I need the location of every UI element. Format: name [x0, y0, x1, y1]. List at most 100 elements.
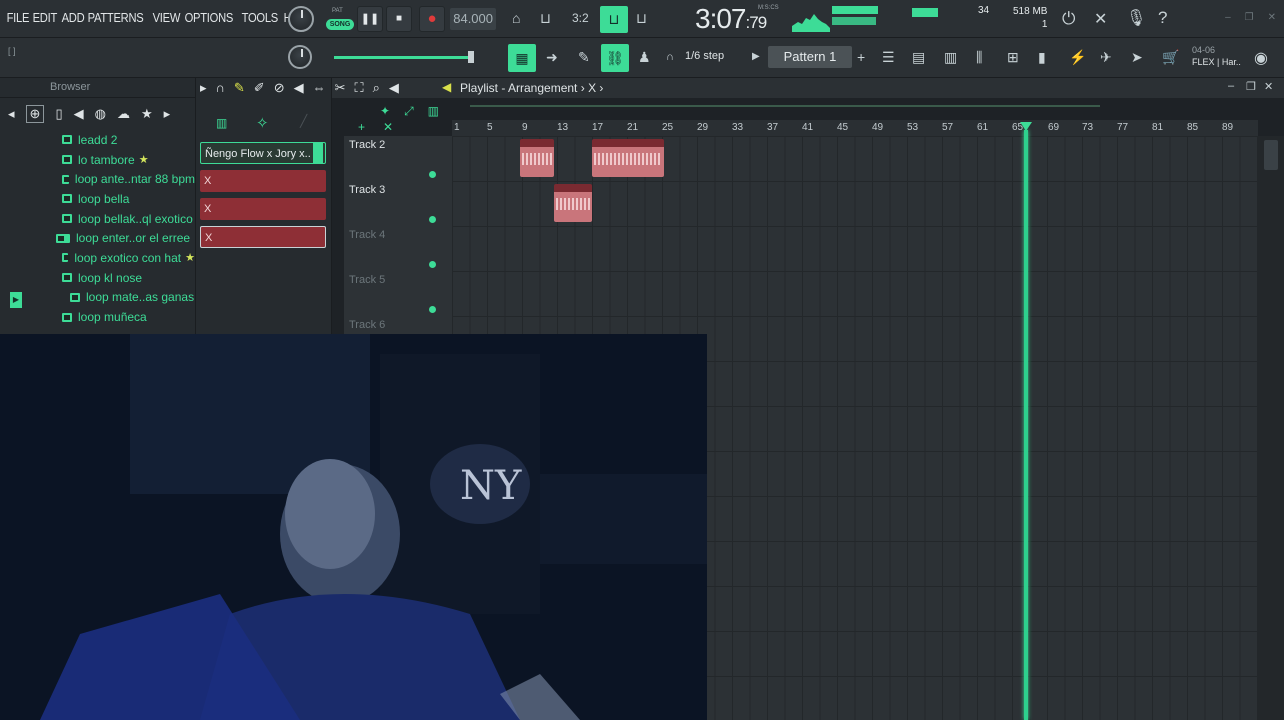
main-volume-slider[interactable]	[334, 56, 474, 59]
audio-clip-block[interactable]: X	[520, 139, 554, 177]
browser-forward-icon[interactable]: ▸	[164, 106, 171, 122]
magnet-icon[interactable]: ∩	[666, 51, 674, 63]
playlist-minimize-icon[interactable]: –	[1228, 80, 1234, 92]
playlist-vertical-scrollbar[interactable]	[1258, 136, 1284, 720]
add-track-icon[interactable]: ✦	[380, 104, 390, 119]
menu-view[interactable]: VIEW	[150, 10, 183, 25]
scrollbar-thumb[interactable]	[1264, 140, 1278, 170]
playlist-play-icon[interactable]: ▸	[200, 80, 207, 96]
tempo-display[interactable]: 84.000	[450, 8, 496, 30]
browser-icon[interactable]: ▮	[1038, 49, 1046, 66]
slice-tool-icon[interactable]: ✂	[335, 80, 346, 96]
expand-track-icon[interactable]: ⤢	[404, 104, 414, 119]
select-tool-icon[interactable]: ⛶	[355, 80, 364, 96]
menu-options[interactable]: OPTIONS	[182, 10, 236, 25]
master-pitch-knob[interactable]	[288, 45, 312, 69]
mute-tool-icon[interactable]: ◀	[294, 80, 304, 96]
metronome-icon[interactable]: ⌂	[512, 10, 520, 26]
power-icon[interactable]: ⏻	[1062, 9, 1075, 29]
menu-tools[interactable]: TOOLS	[239, 10, 281, 25]
plugin-icon[interactable]: ⚡	[1069, 49, 1086, 66]
track-label[interactable]: Track 4	[349, 229, 385, 241]
browser-collapse-icon[interactable]: ▶	[10, 292, 22, 308]
paint-tool-icon[interactable]: ✐	[254, 80, 265, 96]
track-label[interactable]: Track 6	[349, 319, 385, 331]
restore-icon[interactable]: ❐	[1245, 12, 1254, 23]
audio-clip[interactable]: X	[200, 226, 326, 248]
browser-item[interactable]: leadd 2	[62, 130, 195, 150]
zoom-tool-icon[interactable]: ⌕	[373, 80, 380, 96]
menu-patterns[interactable]: PATTERNS	[85, 10, 146, 25]
browser-back-icon[interactable]: ◂	[8, 106, 15, 122]
playlist-view-icon[interactable]: ▦	[508, 44, 536, 72]
magnet-icon[interactable]: ∩	[216, 80, 225, 96]
browser-item[interactable]: loop mate..as ganas	[62, 288, 195, 308]
menu-edit[interactable]: EDIT	[30, 10, 60, 25]
playback-tool-icon[interactable]: ◀	[389, 80, 399, 96]
playhead[interactable]	[1024, 130, 1028, 720]
blend-notes-icon[interactable]: ⊔	[600, 6, 628, 33]
file-icon[interactable]: ▯	[55, 106, 62, 122]
delete-tool-icon[interactable]: ⊘	[274, 80, 285, 96]
track-mute-led[interactable]	[429, 261, 436, 268]
speaker-icon[interactable]: ◀	[442, 80, 451, 94]
audio-clip-selected[interactable]: Ñengo Flow x Jory x..	[200, 142, 326, 164]
shop-icon[interactable]: 🛒	[1162, 49, 1179, 66]
mixer-icon[interactable]: ⫼	[976, 49, 982, 66]
browser-item[interactable]: loop ante..ntar 88 bpm	[62, 169, 195, 189]
record-button[interactable]: ●	[419, 6, 445, 32]
browser-item[interactable]: loop muñeca	[62, 307, 195, 327]
picker-grid-icon[interactable]: ▥	[216, 116, 227, 130]
all-files-icon[interactable]: ⊕	[25, 105, 45, 123]
countdown-icon[interactable]: 3:2	[572, 11, 589, 25]
track-mute-led[interactable]	[429, 306, 436, 313]
channel-rack-icon[interactable]: ▥	[944, 49, 957, 66]
playlist-icon[interactable]: ☰	[882, 49, 895, 66]
pencil-tool-icon[interactable]: ✎	[578, 49, 590, 66]
favorite-star-icon[interactable]: ★	[141, 106, 153, 122]
arrow-right-icon[interactable]: ➜	[546, 49, 558, 66]
snap-selector[interactable]: 1/6 step	[685, 50, 724, 62]
browser-item[interactable]: lo tambore ★	[62, 150, 195, 170]
stop-button[interactable]: ■	[386, 6, 412, 32]
browser-item[interactable]: loop enter..or el erree	[56, 228, 195, 248]
wait-for-input-icon[interactable]: ⊔	[540, 10, 551, 27]
add-pattern-icon[interactable]: +	[857, 49, 865, 65]
audio-clip-block[interactable]: X	[554, 184, 592, 222]
menu-file[interactable]: FILE	[4, 10, 32, 25]
grid-icon[interactable]: ▥	[428, 104, 439, 119]
pattern-song-toggle[interactable]: PAT SONG	[326, 8, 354, 32]
pattern-selector[interactable]: Pattern 1	[768, 46, 852, 68]
main-volume-handle[interactable]	[468, 51, 474, 63]
step-sequencer-icon[interactable]: ⊞	[1007, 49, 1019, 66]
help-icon[interactable]: ?	[1158, 8, 1167, 28]
loop-record-icon[interactable]: ⊔	[636, 10, 647, 27]
timeline-scrollbar[interactable]	[470, 105, 1100, 107]
playlist-close-icon[interactable]: ✕	[1264, 80, 1273, 93]
remove-icon[interactable]: ✕	[383, 120, 393, 134]
tutorial-icon[interactable]: ➤	[1131, 49, 1143, 66]
draw-tool-icon[interactable]: ✎	[234, 80, 245, 96]
picker-automation-icon[interactable]: ╱	[300, 114, 307, 128]
playlist-maximize-icon[interactable]: ❐	[1246, 80, 1256, 93]
browser-item[interactable]: loop bellak..ql exotico	[62, 209, 195, 229]
track-mute-led[interactable]	[429, 216, 436, 223]
slip-tool-icon[interactable]: ⇔	[313, 80, 326, 96]
pattern-prev-icon[interactable]: ▶	[752, 51, 760, 62]
browser-item[interactable]: loop kl nose	[62, 268, 195, 288]
track-label[interactable]: Track 3	[349, 184, 385, 196]
master-volume-knob[interactable]	[288, 6, 314, 32]
browser-item[interactable]: loop bella	[62, 189, 195, 209]
piano-roll-icon[interactable]: ▤	[912, 49, 925, 66]
menu-add[interactable]: ADD	[59, 10, 87, 25]
cloud-icon[interactable]: ☁	[117, 106, 130, 122]
minimize-icon[interactable]: –	[1225, 12, 1231, 23]
timeline-ruler[interactable]: 1 5 9 13 17 21 25 29 33 37 41 45 49 53 5…	[452, 120, 1258, 136]
speaker-icon[interactable]: ◀	[74, 106, 84, 122]
fl-logo-icon[interactable]: ◉	[1254, 48, 1268, 68]
plugin-database-icon[interactable]: ◍	[95, 106, 106, 122]
audio-clip-block[interactable]: X	[592, 139, 664, 177]
pause-button[interactable]: ❚❚	[357, 6, 383, 32]
track-label[interactable]: Track 5	[349, 274, 385, 286]
picker-audio-icon[interactable]: ✧	[256, 114, 269, 132]
